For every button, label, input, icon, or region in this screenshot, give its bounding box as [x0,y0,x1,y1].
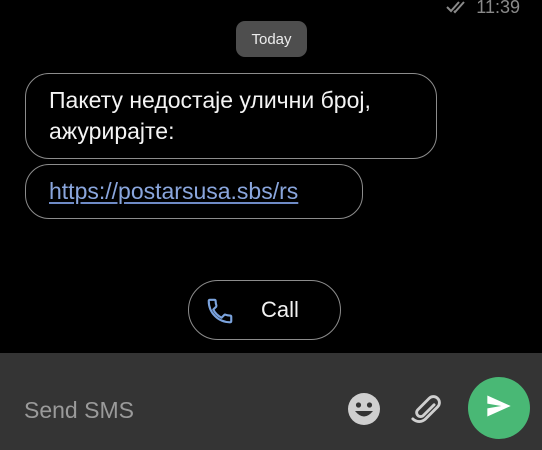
message-link-bubble: https://postarsusa.sbs/rs [25,164,363,219]
emoji-icon[interactable] [346,391,382,427]
send-icon [485,393,513,424]
date-chip: Today [236,21,307,57]
status-time: 11:39 [476,0,520,17]
call-label: Call [261,297,299,322]
double-check-icon [446,0,472,14]
send-button[interactable] [468,377,530,439]
message-text: Пакету недостаје улични број, ажурирајте… [49,87,371,144]
attach-icon[interactable] [410,390,444,428]
phone-icon [205,296,235,326]
message-composer [0,353,542,450]
sms-input[interactable] [24,393,324,427]
call-button[interactable]: Call [188,280,341,340]
sms-conversation-screen: 11:39 Today Пакету недостаје улични број… [0,0,542,450]
message-link[interactable]: https://postarsusa.sbs/rs [49,178,298,204]
status-bar: 11:39 [446,0,520,17]
message-bubble: Пакету недостаје улични број, ажурирајте… [25,73,437,159]
